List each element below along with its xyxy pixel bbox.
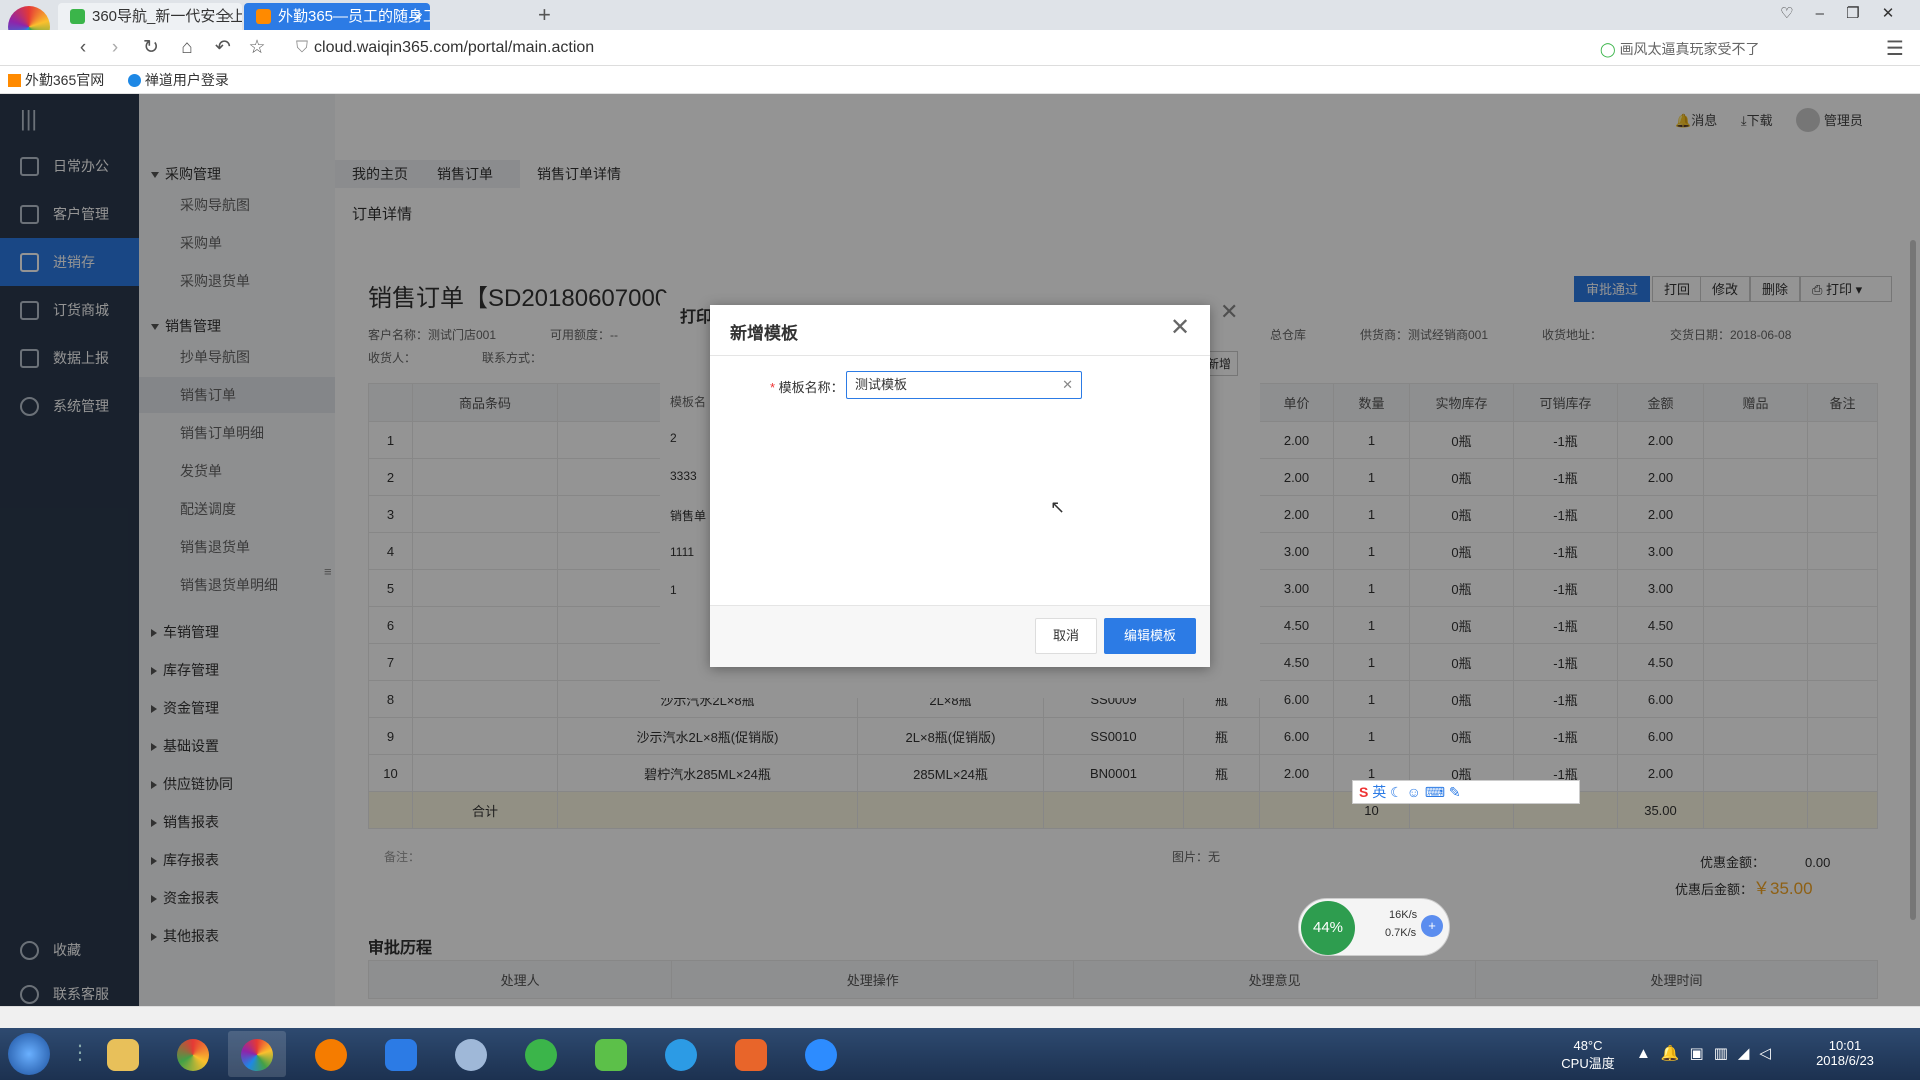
temp-value: 48°C: [1573, 1038, 1603, 1053]
dialog-title: 新增模板: [730, 324, 798, 343]
bookmark-label: 外勤365官网: [24, 72, 105, 88]
taskbar-360browser[interactable]: [228, 1031, 286, 1077]
forward-icon[interactable]: ›: [104, 37, 126, 59]
field-label: * 模板名称：: [770, 377, 844, 396]
bookmark-zentao[interactable]: 禅道用户登录: [128, 70, 229, 90]
cpu-gauge: 44%: [1301, 901, 1355, 955]
sogou-icon: S: [1359, 784, 1369, 800]
browser-tab-1[interactable]: 360导航_新一代安全上网 ×: [58, 3, 242, 30]
cancel-button[interactable]: 取消: [1035, 618, 1097, 654]
input-value: 测试模板: [855, 377, 908, 392]
taskbar-qq[interactable]: [652, 1031, 710, 1077]
taskbar-chrome[interactable]: [164, 1031, 222, 1077]
ime-lang: 英: [1372, 784, 1387, 800]
browser-status-bar: [0, 1006, 1920, 1028]
bookmark-label: 禅道用户登录: [144, 72, 229, 88]
clock-date: 2018/6/23: [1816, 1053, 1874, 1068]
shield-icon: ⛉: [296, 39, 309, 56]
search-engine-icon: ◯: [1600, 41, 1616, 57]
template-name-input[interactable]: 测试模板 ✕: [846, 371, 1082, 399]
reload-icon[interactable]: ↻: [140, 37, 162, 59]
taskbar: [0, 1028, 1920, 1080]
edit-template-button[interactable]: 编辑模板: [1104, 618, 1196, 654]
url-text: cloud.waiqin365.com/portal/main.action: [314, 39, 595, 56]
close-tab-icon[interactable]: ×: [225, 3, 234, 30]
temp-label: CPU温度: [1561, 1056, 1615, 1071]
upload-speed: 16K/s: [1389, 909, 1418, 921]
browser-tab-2[interactable]: 外勤365—员工的随身工 ×: [244, 3, 430, 30]
network-widget[interactable]: 44% 16K/s 0.7K/s +: [1298, 898, 1450, 956]
clock[interactable]: 10:01 2018/6/23: [1800, 1038, 1890, 1068]
browser-search[interactable]: ◯ 画风太逼真玩家受不了: [1600, 38, 1800, 60]
taskbar-wechat[interactable]: [582, 1031, 640, 1077]
taskbar-firefox[interactable]: [302, 1031, 360, 1077]
star-icon[interactable]: ☆: [246, 37, 268, 59]
tab-2-label: 外勤365—员工的随身工: [278, 8, 430, 25]
bookmark-icon: [128, 74, 141, 87]
dialog-divider: [710, 355, 1210, 356]
new-tab-icon[interactable]: +: [538, 2, 551, 28]
download-speed: 0.7K/s: [1385, 927, 1417, 939]
home-icon[interactable]: ⌂: [176, 37, 198, 59]
url-field[interactable]: ⛉ cloud.waiqin365.com/portal/main.action: [296, 36, 1496, 60]
undo-icon[interactable]: ↶: [212, 37, 234, 59]
boost-icon[interactable]: +: [1421, 915, 1443, 937]
taskbar-ppt[interactable]: [722, 1031, 780, 1077]
360-tab-icon: [70, 9, 85, 24]
clock-time: 10:01: [1828, 1038, 1862, 1053]
clear-input-icon[interactable]: ✕: [1062, 372, 1073, 398]
bookmark-waiqin[interactable]: 外勤365官网: [8, 70, 104, 90]
cursor-icon: ↖: [1050, 497, 1066, 517]
new-template-dialog: 新增模板 ✕ * 模板名称： 测试模板 ✕ ↖ 取消 编辑模板: [710, 305, 1210, 667]
ime-toolbar[interactable]: S 英 ☾ ☺ ⌨ ✎: [1352, 780, 1580, 804]
dialog-close-icon[interactable]: ✕: [1170, 313, 1190, 342]
cpu-temp: 48°C CPU温度: [1548, 1038, 1628, 1072]
tray-icons[interactable]: ▲🔔▣▥◢◁: [1636, 1044, 1781, 1062]
waiqin-tab-icon: [256, 9, 271, 24]
tab-1-label: 360导航_新一代安全上网: [92, 8, 242, 25]
taskbar-explorer[interactable]: [94, 1031, 152, 1077]
ime-tools-icon: ☾ ☺ ⌨ ✎: [1390, 784, 1461, 800]
back-icon[interactable]: ‹: [72, 37, 94, 59]
close-tab-icon[interactable]: ×: [413, 3, 422, 30]
field-label-text: 模板名称：: [778, 380, 844, 395]
start-button[interactable]: [8, 1033, 50, 1075]
required-mark: *: [770, 380, 779, 395]
taskbar-video[interactable]: [792, 1031, 850, 1077]
taskbar-notes[interactable]: [372, 1031, 430, 1077]
taskbar-ie[interactable]: [512, 1031, 570, 1077]
bookmark-icon: [8, 74, 21, 87]
taskbar-grip-icon: ⋮: [70, 1042, 90, 1064]
browser-menu-icon[interactable]: ☰: [1886, 36, 1904, 61]
window-controls: ♡ – ❐ ✕: [1780, 5, 1895, 22]
search-hint: 画风太逼真玩家受不了: [1619, 41, 1760, 57]
taskbar-app[interactable]: [442, 1031, 500, 1077]
bookmarks-bar: [0, 66, 1920, 94]
